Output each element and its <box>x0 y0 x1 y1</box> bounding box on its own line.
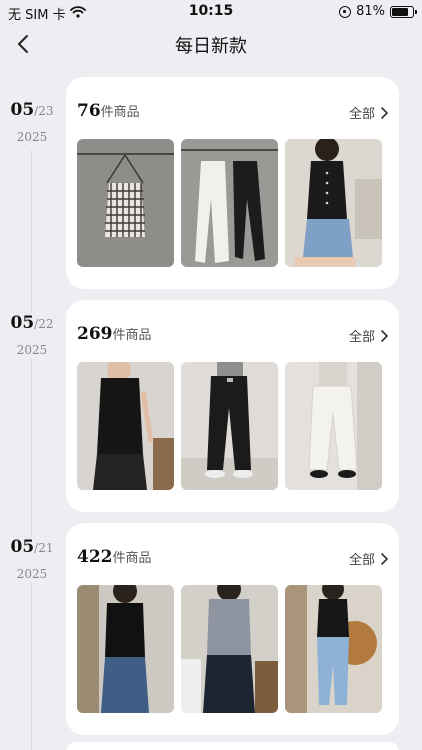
chevron-right-icon <box>381 552 388 565</box>
product-thumbnail[interactable] <box>285 362 382 490</box>
page-title: 每日新款 <box>175 36 247 57</box>
date-marker: 05/21 2025 <box>0 537 64 581</box>
date-month: 05 <box>10 537 35 557</box>
battery-icon <box>390 5 417 18</box>
next-day-card <box>66 742 399 750</box>
date-day: /21 <box>34 541 54 555</box>
card-header: 76件商品 全部 <box>77 101 389 123</box>
chevron-right-icon <box>381 106 388 119</box>
battery-percent: 81% <box>356 4 385 19</box>
product-image <box>77 362 174 490</box>
item-count-unit: 件商品 <box>112 551 152 566</box>
date-year: 2025 <box>16 343 48 357</box>
product-thumbnail[interactable] <box>77 585 174 713</box>
product-thumbnails <box>77 139 382 267</box>
view-all-link[interactable]: 全部 <box>349 549 389 568</box>
product-thumbnail[interactable] <box>285 139 382 267</box>
item-count: 269 <box>77 324 113 344</box>
view-all-link[interactable]: 全部 <box>349 326 389 345</box>
status-right: 81% <box>339 4 417 19</box>
item-count-unit: 件商品 <box>112 328 152 343</box>
product-image <box>285 585 382 713</box>
status-bar: 无 SIM 卡 10:15 81% <box>0 0 422 24</box>
item-count: 76 <box>77 101 101 121</box>
product-thumbnails <box>77 585 382 713</box>
product-thumbnail[interactable] <box>181 139 278 267</box>
product-image <box>181 139 278 267</box>
date-month: 05 <box>10 100 35 120</box>
nav-bar: 每日新款 <box>0 24 422 64</box>
product-image <box>181 362 278 490</box>
day-card: 269件商品 全部 <box>66 300 399 512</box>
product-thumbnail[interactable] <box>77 139 174 267</box>
product-thumbnails <box>77 362 382 490</box>
item-count: 422 <box>77 547 113 567</box>
day-card: 76件商品 全部 <box>66 77 399 289</box>
timeline-line <box>31 150 32 750</box>
date-day: /22 <box>34 317 54 331</box>
view-all-label: 全部 <box>348 107 375 122</box>
date-year: 2025 <box>16 130 48 144</box>
date-marker: 05/22 2025 <box>0 313 64 357</box>
product-image <box>285 362 382 490</box>
product-thumbnail[interactable] <box>181 362 278 490</box>
item-count-unit: 件商品 <box>100 105 140 120</box>
product-image <box>285 139 382 267</box>
view-all-label: 全部 <box>348 553 375 568</box>
card-header: 269件商品 全部 <box>77 324 389 346</box>
date-month: 05 <box>10 313 35 333</box>
product-image <box>77 139 174 267</box>
chevron-right-icon <box>381 329 388 342</box>
card-header: 422件商品 全部 <box>77 547 389 569</box>
view-all-link[interactable]: 全部 <box>349 103 389 122</box>
date-day: /23 <box>34 104 54 118</box>
view-all-label: 全部 <box>348 330 375 345</box>
date-year: 2025 <box>16 567 48 581</box>
date-marker: 05/23 2025 <box>0 100 64 144</box>
battery-fill <box>392 7 409 16</box>
day-card: 422件商品 全部 <box>66 523 399 735</box>
product-thumbnail[interactable] <box>181 585 278 713</box>
product-image <box>77 585 174 713</box>
product-thumbnail[interactable] <box>77 362 174 490</box>
product-image <box>181 585 278 713</box>
rotation-lock-icon <box>339 5 352 18</box>
product-thumbnail[interactable] <box>285 585 382 713</box>
